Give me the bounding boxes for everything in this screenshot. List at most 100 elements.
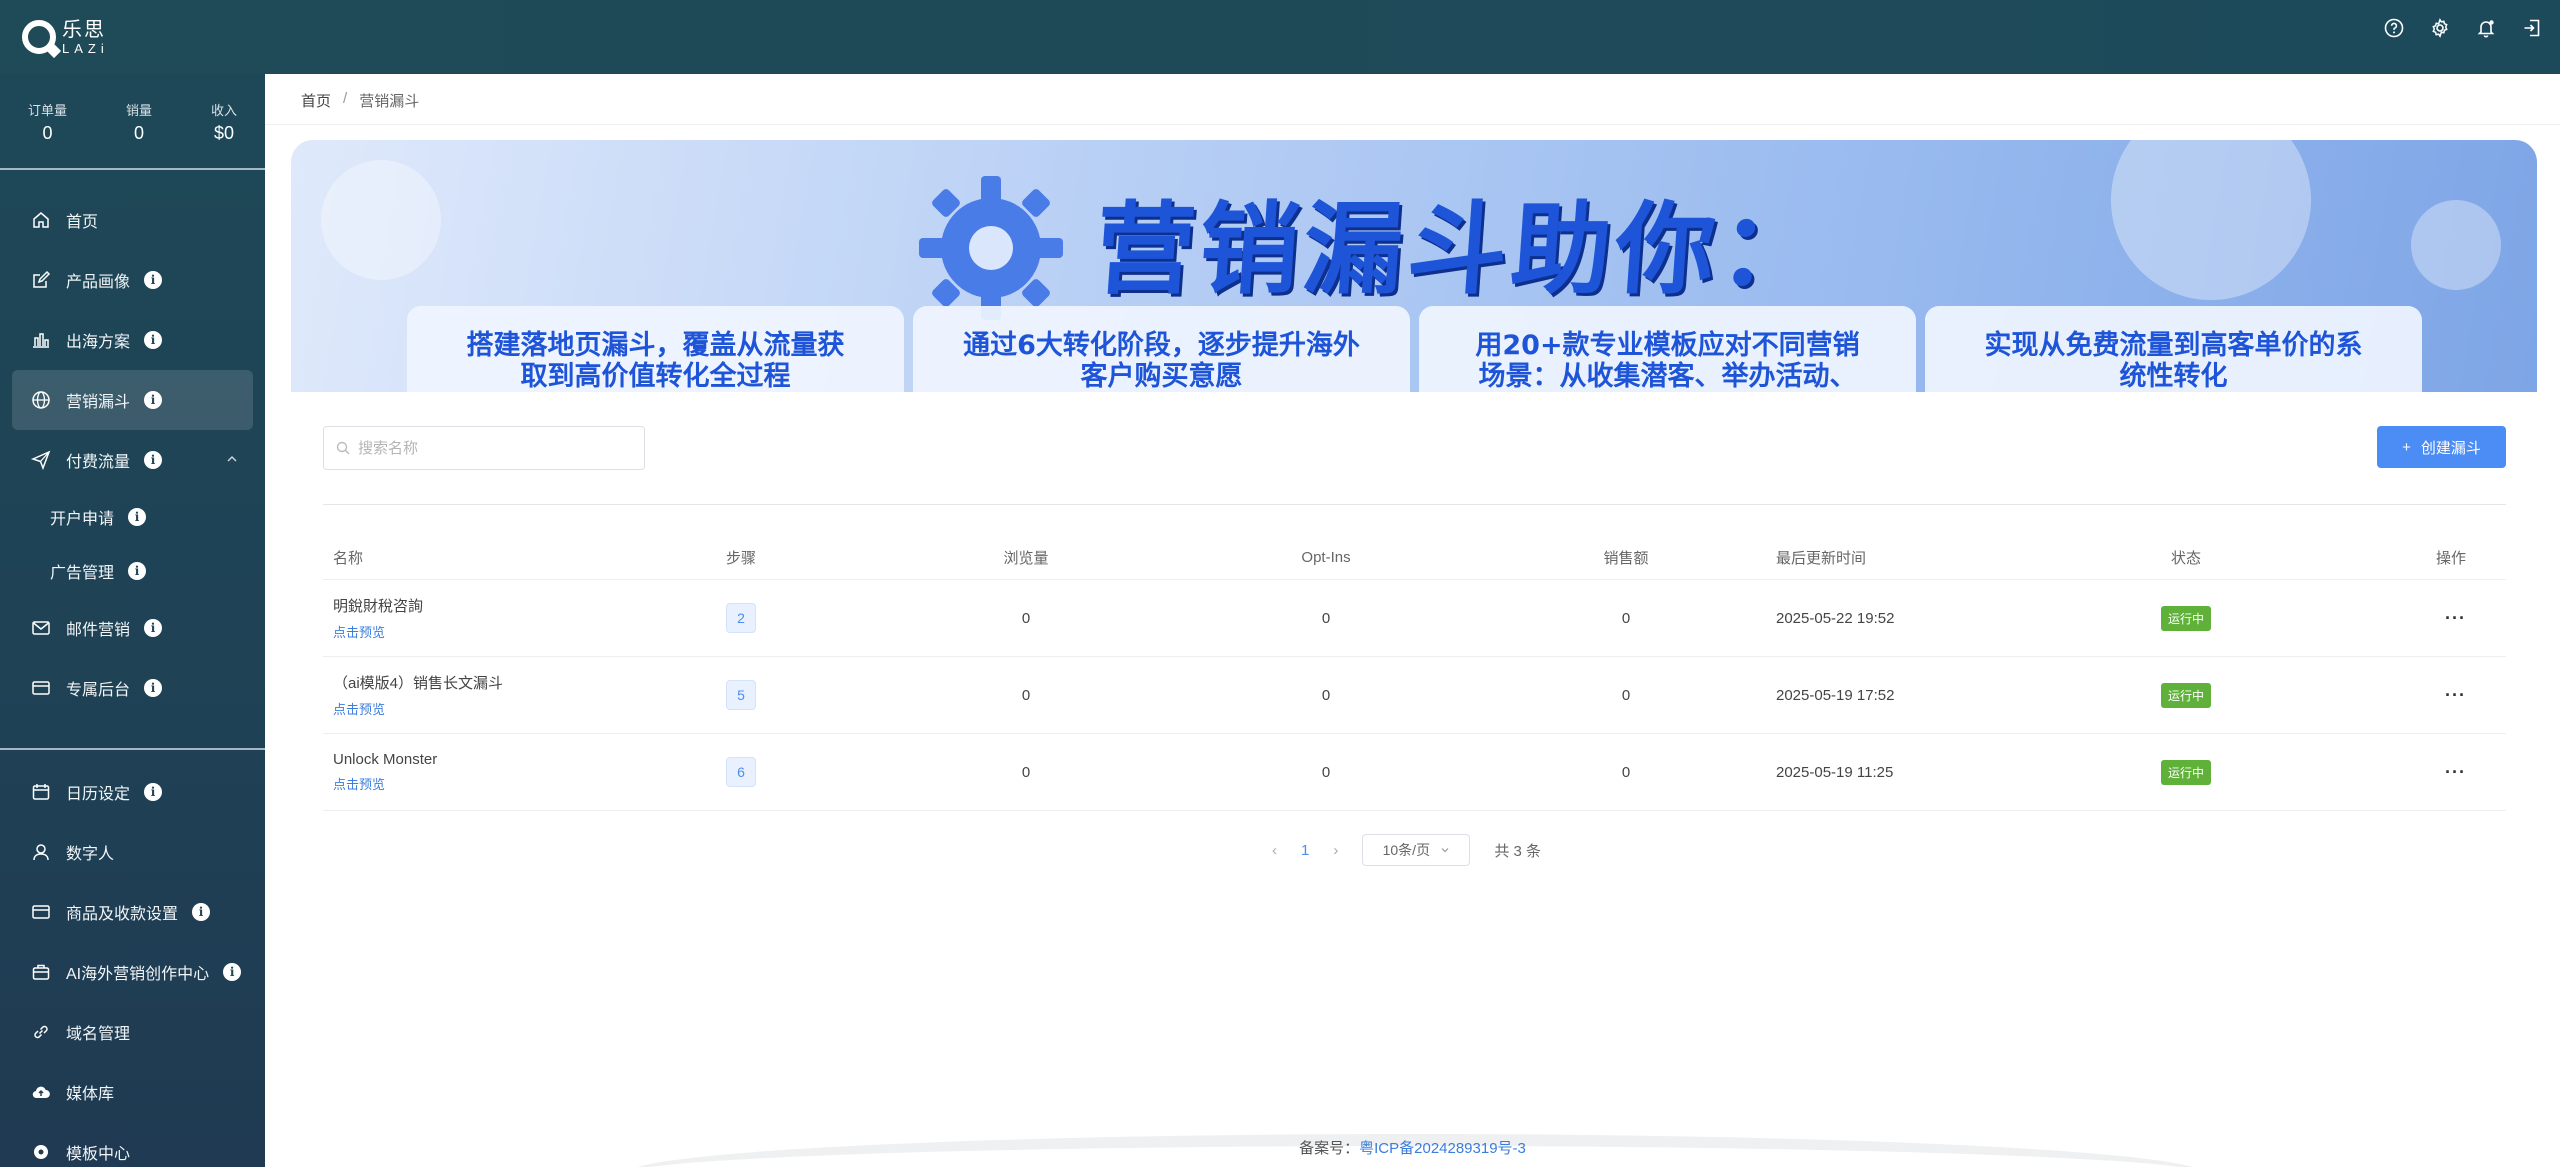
more-actions-icon[interactable]: ··· xyxy=(2445,685,2466,705)
table-header: 名称 步骤 浏览量 Opt-Ins 销售额 最后更新时间 状态 操作 xyxy=(323,536,2506,580)
more-actions-icon[interactable]: ··· xyxy=(2445,608,2466,628)
icp-link[interactable]: 粤ICP备2024289319号-3 xyxy=(1359,1140,1526,1157)
preview-link[interactable]: 点击预览 xyxy=(333,622,726,641)
bell-icon[interactable] xyxy=(2476,18,2496,38)
sidebar-item-digital-human[interactable]: 数字人 xyxy=(12,822,253,882)
updated-cell: 2025-05-22 19:52 xyxy=(1776,609,1895,627)
sidebar-menu: 首页 产品画像 i 出海方案 i 营销漏斗 i 付费流量 i 开户申请 i 广告… xyxy=(0,170,265,718)
table-row[interactable]: 明銳財稅咨詢 点击预览 2 0 0 0 2025-05-22 19:52 运行中… xyxy=(323,580,2506,657)
sidebar-item-media-library[interactable]: 媒体库 xyxy=(12,1062,253,1122)
page-size-select[interactable]: 10条/页 xyxy=(1362,834,1471,866)
info-icon[interactable]: i xyxy=(128,562,147,580)
info-icon[interactable]: i xyxy=(144,331,163,349)
chevron-up-icon[interactable] xyxy=(225,452,239,471)
breadcrumb-current: 营销漏斗 xyxy=(359,93,420,110)
sales-cell: 0 xyxy=(1621,686,1631,704)
funnel-table: 名称 步骤 浏览量 Opt-Ins 销售额 最后更新时间 状态 操作 明銳財稅咨… xyxy=(323,536,2506,811)
info-icon[interactable]: i xyxy=(144,679,163,697)
info-icon[interactable]: i xyxy=(128,508,147,526)
sidebar-item-overseas-plan[interactable]: 出海方案 i xyxy=(12,310,253,370)
sidebar-subitem-account-apply[interactable]: 开户申请 i xyxy=(12,490,253,544)
gear-illustration xyxy=(919,176,1063,320)
updated-cell: 2025-05-19 11:25 xyxy=(1776,763,1894,781)
chevron-down-icon xyxy=(1440,842,1450,858)
info-icon[interactable]: i xyxy=(223,963,242,981)
help-icon[interactable] xyxy=(2384,18,2404,38)
funnel-name[interactable]: Unlock Monster xyxy=(333,751,437,768)
banner-card: 实现从免费流量到高客单价的系统性转化 xyxy=(1925,306,2422,392)
globe-icon xyxy=(30,389,52,411)
status-badge: 运行中 xyxy=(2160,682,2211,708)
user-icon xyxy=(30,841,52,863)
funnel-name[interactable]: 明銳財稅咨詢 xyxy=(333,598,423,615)
logout-icon[interactable] xyxy=(2522,18,2542,38)
sidebar-item-ai-creation-center[interactable]: AI海外营销创作中心 i xyxy=(12,942,253,1002)
link-icon xyxy=(30,1021,52,1043)
logo-en: LAZi xyxy=(62,40,109,56)
home-icon xyxy=(30,209,52,231)
info-icon[interactable]: i xyxy=(144,271,163,289)
steps-badge: 5 xyxy=(726,680,756,710)
stat-revenue: 收入 $0 xyxy=(210,103,237,143)
optins-cell: 0 xyxy=(1321,609,1331,627)
preview-link[interactable]: 点击预览 xyxy=(333,774,726,793)
views-cell: 0 xyxy=(1021,686,1031,704)
sidebar: 订单量 0 销量 0 收入 $0 首页 产品画像 i 出海方案 i 营销漏斗 i… xyxy=(0,74,265,1167)
briefcase-icon xyxy=(30,961,52,983)
steps-badge: 6 xyxy=(726,757,756,787)
logo-cn: 乐思 xyxy=(62,18,106,41)
logo[interactable]: 乐思 LAZi xyxy=(22,18,109,56)
optins-cell: 0 xyxy=(1321,686,1331,704)
footer: 备案号：粤ICP备2024289319号-3 xyxy=(1299,1140,1526,1157)
prev-page-icon[interactable]: ‹ xyxy=(1272,842,1277,859)
sidebar-subitem-ad-management[interactable]: 广告管理 i xyxy=(12,544,253,598)
sidebar-item-home[interactable]: 首页 xyxy=(12,190,253,250)
create-funnel-button[interactable]: + 创建漏斗 xyxy=(2377,426,2506,468)
info-icon[interactable]: i xyxy=(192,903,211,921)
cloud-icon xyxy=(30,1081,52,1103)
gear-icon[interactable] xyxy=(2430,18,2450,38)
template-icon xyxy=(30,1141,52,1163)
sidebar-item-marketing-funnel[interactable]: 营销漏斗 i xyxy=(12,370,253,430)
send-icon xyxy=(30,449,52,471)
more-actions-icon[interactable]: ··· xyxy=(2445,762,2466,782)
logo-mark xyxy=(22,20,56,54)
preview-link[interactable]: 点击预览 xyxy=(333,699,726,718)
breadcrumb-home[interactable]: 首页 xyxy=(301,90,331,111)
sidebar-item-paid-traffic[interactable]: 付费流量 i xyxy=(12,430,253,490)
status-badge: 运行中 xyxy=(2160,605,2211,631)
top-icons xyxy=(2384,18,2542,38)
views-cell: 0 xyxy=(1021,609,1031,627)
info-icon[interactable]: i xyxy=(144,391,163,409)
funnel-name[interactable]: （ai模版4）销售长文漏斗 xyxy=(333,675,503,692)
top-bar: 乐思 LAZi xyxy=(0,0,2560,74)
calendar-icon xyxy=(30,781,52,803)
info-icon[interactable]: i xyxy=(144,619,163,637)
status-badge: 运行中 xyxy=(2160,759,2211,785)
optins-cell: 0 xyxy=(1321,763,1331,781)
updated-cell: 2025-05-19 17:52 xyxy=(1776,686,1895,704)
breadcrumb: 首页 / 营销漏斗 xyxy=(301,90,420,111)
sidebar-item-email-marketing[interactable]: 邮件营销 i xyxy=(12,598,253,658)
info-icon[interactable]: i xyxy=(144,783,163,801)
table-row[interactable]: （ai模版4）销售长文漏斗 点击预览 5 0 0 0 2025-05-19 17… xyxy=(323,657,2506,734)
search-box[interactable] xyxy=(323,426,645,470)
sidebar-item-calendar[interactable]: 日历设定 i xyxy=(12,762,253,822)
sidebar-item-product-profile[interactable]: 产品画像 i xyxy=(12,250,253,310)
sidebar-item-products-payments[interactable]: 商品及收款设置 i xyxy=(12,882,253,942)
page-number[interactable]: 1 xyxy=(1301,842,1309,859)
views-cell: 0 xyxy=(1021,763,1031,781)
sidebar-item-exclusive-backend[interactable]: 专属后台 i xyxy=(12,658,253,718)
main-content: 首页 / 营销漏斗 营销漏斗助你： 搭建落地页漏斗，覆盖从流量获取到高价值转化全… xyxy=(265,74,2560,1167)
sidebar-item-domain-management[interactable]: 域名管理 xyxy=(12,1002,253,1062)
search-input[interactable] xyxy=(358,439,628,457)
next-page-icon[interactable]: › xyxy=(1333,842,1338,859)
pagination: ‹ 1 › 10条/页 共 3 条 xyxy=(1272,834,1541,866)
banner-card: 通过6大转化阶段，逐步提升海外客户购买意愿 xyxy=(913,306,1410,392)
sidebar-menu-secondary: 日历设定 i 数字人 商品及收款设置 i AI海外营销创作中心 i 域名管理 媒… xyxy=(0,750,265,1167)
sidebar-item-template-center[interactable]: 模板中心 xyxy=(12,1122,253,1167)
steps-badge: 2 xyxy=(726,603,756,633)
info-icon[interactable]: i xyxy=(144,451,163,469)
table-row[interactable]: Unlock Monster 点击预览 6 0 0 0 2025-05-19 1… xyxy=(323,734,2506,811)
stat-orders: 订单量 0 xyxy=(28,103,68,143)
